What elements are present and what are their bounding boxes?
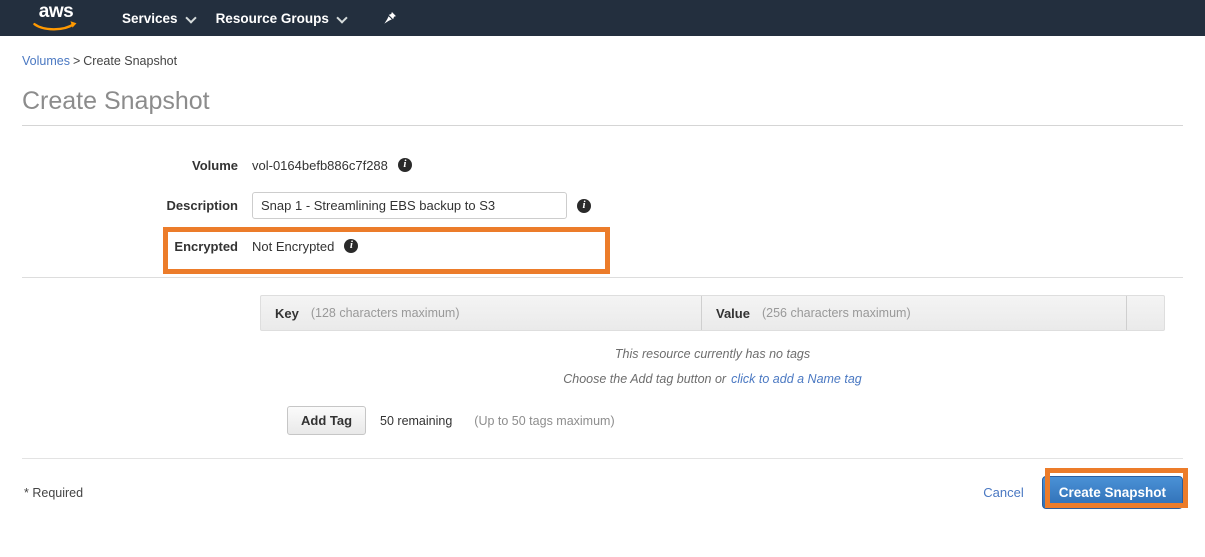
pin-shortcut-button[interactable] xyxy=(371,0,409,36)
description-label: Description xyxy=(22,198,252,213)
tags-remaining-count: 50 remaining xyxy=(380,414,452,428)
nav-item-resource-groups-label: Resource Groups xyxy=(216,11,329,26)
form-row-encrypted: Encrypted Not Encrypted xyxy=(22,233,1183,259)
tags-max-hint: (Up to 50 tags maximum) xyxy=(474,414,614,428)
add-tag-button[interactable]: Add Tag xyxy=(287,406,366,435)
add-tag-row: Add Tag 50 remaining (Up to 50 tags maxi… xyxy=(287,406,1183,435)
form-row-volume: Volume vol-0164befb886c7f288 xyxy=(22,152,1183,178)
cancel-link[interactable]: Cancel xyxy=(983,485,1023,500)
add-name-tag-link[interactable]: click to add a Name tag xyxy=(731,372,862,386)
tags-value-header-label: Value xyxy=(716,306,750,321)
tags-add-prompt: Choose the Add tag button or click to add… xyxy=(260,372,1165,386)
info-icon-encrypted[interactable] xyxy=(344,239,358,253)
info-icon-description[interactable] xyxy=(577,199,591,213)
tags-column-actions xyxy=(1126,296,1164,330)
encrypted-label: Encrypted xyxy=(22,239,252,254)
breadcrumb: Volumes>Create Snapshot xyxy=(22,36,1183,68)
nav-item-resource-groups[interactable]: Resource Groups xyxy=(206,0,357,36)
volume-value-group: vol-0164befb886c7f288 xyxy=(252,158,412,173)
nav-item-services-label: Services xyxy=(122,11,178,26)
tags-section: Key (128 characters maximum) Value (256 … xyxy=(22,295,1183,435)
breadcrumb-separator: > xyxy=(73,54,80,68)
tags-key-header-label: Key xyxy=(275,306,299,321)
page-title: Create Snapshot xyxy=(22,87,1183,125)
description-value-group xyxy=(252,192,591,219)
top-navigation-bar: aws Services Resource Groups xyxy=(0,0,1205,36)
breadcrumb-link-volumes[interactable]: Volumes xyxy=(22,54,70,68)
info-icon-volume[interactable] xyxy=(398,158,412,172)
tags-column-key: Key (128 characters maximum) xyxy=(261,296,701,330)
snapshot-form: Volume vol-0164befb886c7f288 Description… xyxy=(22,126,1183,259)
footer-actions: Cancel Create Snapshot xyxy=(983,476,1183,509)
aws-swoosh-icon xyxy=(33,20,79,31)
description-input[interactable] xyxy=(252,192,567,219)
form-tags-divider xyxy=(22,277,1183,278)
create-snapshot-button[interactable]: Create Snapshot xyxy=(1042,476,1183,509)
aws-logo[interactable]: aws xyxy=(30,3,82,33)
encrypted-value-group: Not Encrypted xyxy=(252,239,358,254)
chevron-down-icon xyxy=(187,14,196,23)
chevron-down-icon xyxy=(338,14,347,23)
encrypted-value: Not Encrypted xyxy=(252,239,334,254)
page-container: Volumes>Create Snapshot Create Snapshot … xyxy=(0,36,1205,509)
pin-icon xyxy=(383,11,397,25)
tags-column-value: Value (256 characters maximum) xyxy=(701,296,1126,330)
tags-key-hint: (128 characters maximum) xyxy=(311,306,460,320)
aws-wordmark: aws xyxy=(39,3,73,20)
tags-value-hint: (256 characters maximum) xyxy=(762,306,911,320)
volume-label: Volume xyxy=(22,158,252,173)
tags-add-prompt-text: Choose the Add tag button or xyxy=(563,372,726,386)
tags-table-header: Key (128 characters maximum) Value (256 … xyxy=(260,295,1165,331)
footer-bar: * Required Cancel Create Snapshot xyxy=(22,459,1183,509)
form-row-description: Description xyxy=(22,192,1183,219)
tags-empty-message: This resource currently has no tags xyxy=(260,347,1165,361)
required-note: * Required xyxy=(22,486,83,500)
nav-item-services[interactable]: Services xyxy=(112,0,206,36)
volume-id-value: vol-0164befb886c7f288 xyxy=(252,158,388,173)
breadcrumb-current: Create Snapshot xyxy=(83,54,177,68)
